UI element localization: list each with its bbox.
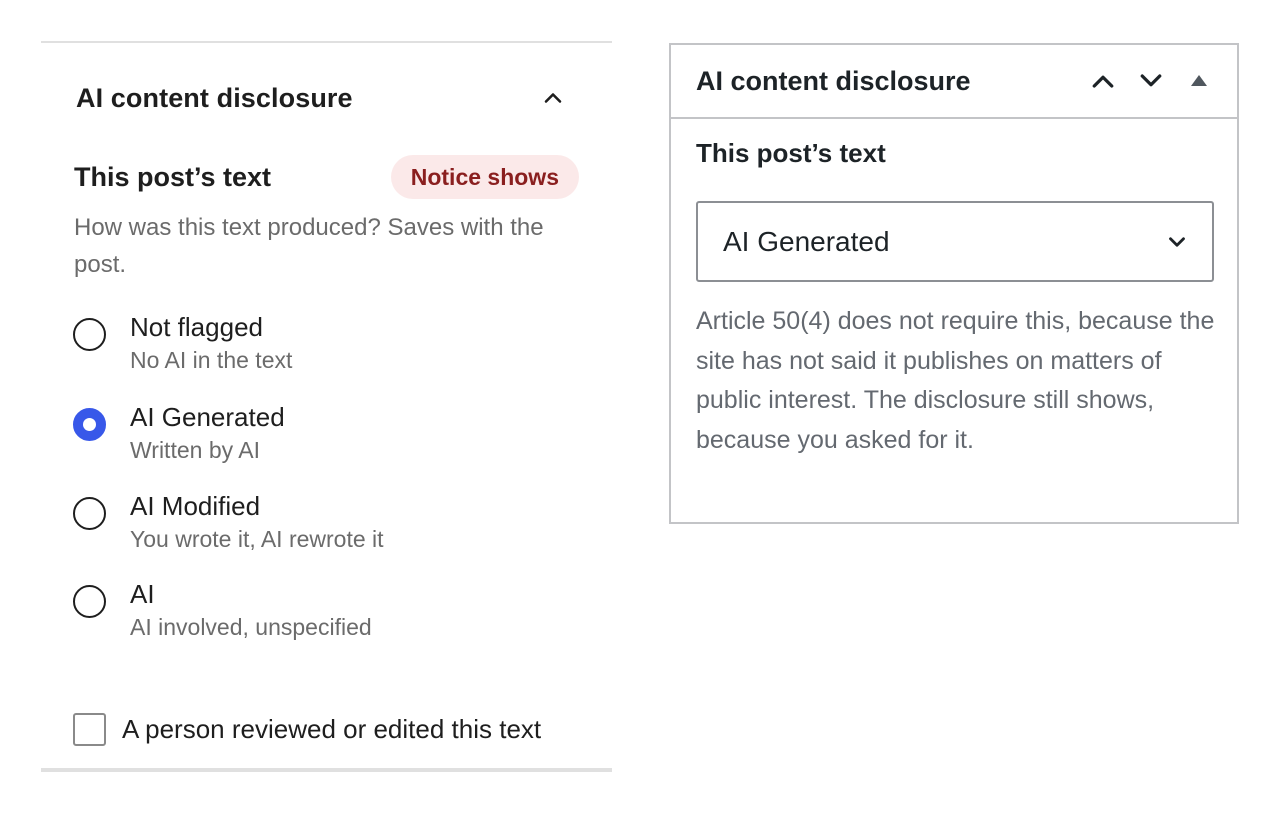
collapse-toggle-button[interactable] (535, 80, 571, 116)
radio-option-ai-modified[interactable]: AI Modified You wrote it, AI rewrote it (73, 490, 384, 554)
meta-box-header: AI content disclosure (671, 45, 1237, 119)
disclosure-note: Article 50(4) does not require this, bec… (696, 307, 1215, 454)
chevron-down-icon (1169, 236, 1185, 247)
radio-option-ai[interactable]: AI AI involved, unspecified (73, 578, 372, 642)
chevron-down-icon (1140, 74, 1162, 87)
classic-meta-box: AI content disclosure This post’s text A… (669, 43, 1239, 524)
radio-button[interactable] (73, 318, 106, 351)
panel-title: AI content disclosure (76, 82, 353, 113)
meta-box-controls (1079, 57, 1223, 105)
radio-label: AI Modified (130, 491, 261, 521)
checkbox-label: A person reviewed or edited this text (122, 714, 542, 744)
notice-badge: Notice shows (390, 155, 579, 199)
section-header: This post’s text Notice shows (74, 155, 579, 199)
radio-option-ai-generated[interactable]: AI Generated Written by AI (73, 401, 285, 465)
radio-button[interactable] (73, 408, 106, 441)
chevron-up-icon (1092, 75, 1114, 88)
triangle-up-icon (1191, 75, 1207, 86)
radio-description: Written by AI (130, 437, 260, 463)
radio-button[interactable] (73, 585, 106, 618)
toggle-panel-button[interactable] (1175, 57, 1223, 105)
human-reviewed-checkbox-row[interactable]: A person reviewed or edited this text (73, 713, 541, 746)
radio-label: AI Generated (130, 402, 285, 432)
meta-box-body: This post’s text AI Generated Article 50… (671, 119, 1237, 460)
meta-box-title: AI content disclosure (696, 65, 971, 96)
help-text: How was this text produced? Saves with t… (74, 214, 544, 278)
radio-button[interactable] (73, 497, 106, 530)
radio-description: You wrote it, AI rewrote it (130, 526, 384, 552)
select-value: AI Generated (723, 225, 890, 257)
radio-label: Not flagged (130, 312, 263, 342)
move-up-button[interactable] (1079, 57, 1127, 105)
panel-header[interactable]: AI content disclosure (76, 80, 571, 116)
radio-description: AI involved, unspecified (130, 614, 372, 640)
human-reviewed-checkbox[interactable] (73, 713, 106, 746)
disclosure-select[interactable]: AI Generated (696, 201, 1214, 282)
chevron-up-icon (544, 93, 562, 103)
radio-label: AI (130, 579, 155, 609)
move-down-button[interactable] (1127, 57, 1175, 105)
section-title: This post’s text (74, 161, 272, 192)
section-title: This post’s text (696, 138, 886, 168)
radio-description: No AI in the text (130, 347, 293, 373)
radio-option-not-flagged[interactable]: Not flagged No AI in the text (73, 311, 292, 375)
block-editor-panel: AI content disclosure This post’s text N… (41, 41, 612, 772)
